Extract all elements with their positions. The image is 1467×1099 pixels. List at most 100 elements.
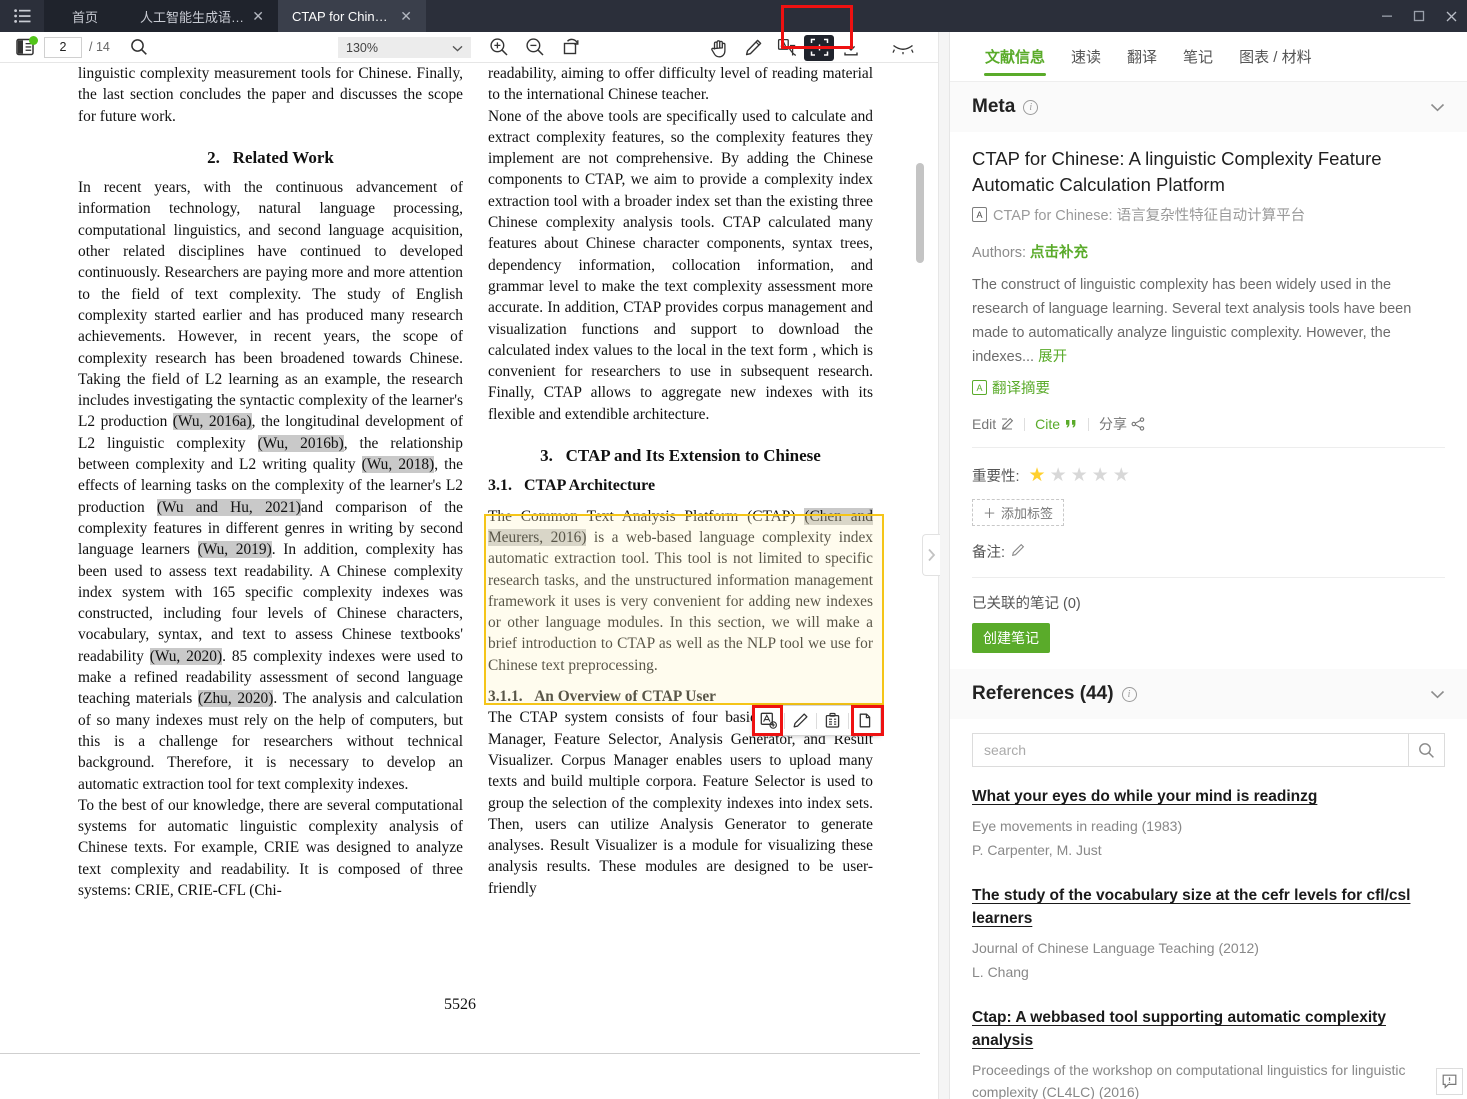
reference-authors: P. Carpenter, M. Just	[972, 842, 1102, 858]
reference-item[interactable]: Ctap: A webbased tool supporting automat…	[972, 1006, 1445, 1099]
star-icon-5[interactable]: ★	[1113, 466, 1130, 485]
citation[interactable]: (Wu, 2016a)	[172, 413, 252, 431]
add-tag-label: 添加标签	[1001, 506, 1054, 521]
references-search-input[interactable]: search	[972, 733, 1409, 767]
info-icon[interactable]: i	[1023, 99, 1039, 115]
share-button[interactable]: 分享	[1099, 414, 1145, 434]
tab-notes[interactable]: 笔记	[1170, 32, 1226, 82]
copy-icon[interactable]	[849, 706, 880, 735]
references-title-text: References (44)	[972, 683, 1114, 704]
reference-item[interactable]: The study of the vocabulary size at the …	[972, 884, 1445, 980]
maximize-button[interactable]	[1403, 0, 1435, 32]
paragraph-highlighted[interactable]: The Common Text Analysis Platform (CTAP)…	[488, 506, 873, 676]
chevron-down-icon	[452, 41, 463, 55]
citation[interactable]: (Wu, 2019)	[197, 541, 272, 559]
star-icon-3[interactable]: ★	[1071, 466, 1088, 485]
pdf-scrollbar-thumb[interactable]	[916, 163, 924, 263]
close-button[interactable]	[1435, 0, 1467, 32]
meta-section-title: Meta i	[972, 96, 1039, 118]
tab-document-2[interactable]: CTAP for Chinese: A li... ✕	[278, 0, 427, 32]
info-icon[interactable]: i	[1121, 686, 1137, 702]
screenshot-tool-icon[interactable]	[804, 34, 834, 61]
hand-tool-icon[interactable]	[702, 32, 736, 63]
pdf-page: linguistic complexity measurement tools …	[0, 63, 920, 1054]
sidebar-toggle-icon[interactable]	[8, 32, 42, 63]
citation[interactable]: (Wu, 2018)	[361, 456, 435, 474]
chevron-down-icon[interactable]	[1430, 99, 1445, 115]
download-icon[interactable]	[834, 32, 868, 63]
add-note-icon[interactable]	[817, 706, 848, 735]
edit-label: Edit	[972, 416, 997, 432]
section-number: 3.1.1.	[488, 688, 523, 706]
paragraph-text: The CTAP system consists of four basic m…	[488, 709, 873, 897]
paragraph: linguistic complexity measurement tools …	[78, 63, 463, 127]
star-rating[interactable]: ★ ★ ★ ★ ★	[1029, 466, 1130, 485]
panel-collapse-handle[interactable]	[922, 534, 940, 576]
paragraph-text: To the best of our knowledge, there are …	[78, 796, 463, 899]
translate-selection-icon[interactable]	[753, 706, 784, 735]
tab-label: 翻译	[1127, 49, 1158, 66]
reference-venue: Journal of Chinese Language Teaching (20…	[972, 940, 1259, 956]
references-section-header[interactable]: References (44) i	[950, 669, 1467, 719]
tab-translate[interactable]: 翻译	[1114, 32, 1170, 82]
citation[interactable]: (Zhu, 2020)	[197, 690, 274, 708]
pen-tool-icon[interactable]	[736, 32, 770, 63]
add-authors-link[interactable]: 点击补充	[1030, 245, 1088, 261]
meta-title-text: Meta	[972, 96, 1016, 117]
reference-venue: Eye movements in reading (1983)	[972, 818, 1183, 834]
annotate-pen-icon[interactable]	[785, 706, 816, 735]
tab-close-icon[interactable]: ✕	[250, 9, 264, 23]
star-icon-2[interactable]: ★	[1050, 466, 1067, 485]
edit-remark-icon[interactable]	[1011, 543, 1025, 561]
section-number: 2.	[207, 147, 220, 167]
zoom-in-icon[interactable]	[482, 32, 516, 63]
citation[interactable]: (Wu and Hu, 2021)	[156, 498, 301, 516]
citation[interactable]: (Wu, 2016b)	[257, 434, 344, 452]
pdf-viewer[interactable]: linguistic complexity measurement tools …	[0, 63, 938, 1099]
citation[interactable]: (Wu, 2020)	[149, 647, 223, 665]
tab-label: 图表 / 材料	[1239, 49, 1312, 66]
translate-abstract-button[interactable]: A 翻译摘要	[972, 377, 1445, 398]
tab-figures-materials[interactable]: 图表 / 材料	[1226, 32, 1325, 82]
search-icon[interactable]	[122, 32, 156, 63]
separator	[1088, 417, 1090, 431]
page-number-input[interactable]: 2	[44, 36, 82, 58]
abstract-expand-link[interactable]: 展开	[1038, 349, 1067, 365]
reference-title[interactable]: Ctap: A webbased tool supporting automat…	[972, 1006, 1445, 1052]
translate-tool-icon[interactable]	[770, 32, 804, 63]
references-search-button[interactable]	[1409, 733, 1445, 767]
references-search-row: search	[950, 719, 1467, 767]
star-icon-1[interactable]: ★	[1029, 466, 1046, 485]
authors-label: Authors:	[972, 245, 1026, 261]
cite-button[interactable]: Cite	[1035, 416, 1078, 432]
eye-hidden-icon[interactable]	[886, 32, 920, 63]
menu-icon[interactable]	[0, 0, 44, 32]
minimize-button[interactable]	[1371, 0, 1403, 32]
star-icon-4[interactable]: ★	[1092, 466, 1109, 485]
paragraph: None of the above tools are specifically…	[488, 106, 873, 425]
references-list: What your eyes do while your mind is rea…	[950, 767, 1467, 1099]
tab-home[interactable]: 首页	[44, 0, 127, 32]
chevron-down-icon[interactable]	[1430, 686, 1445, 702]
create-note-button[interactable]: 创建笔记	[972, 623, 1050, 653]
reference-venue: Proceedings of the workshop on computati…	[972, 1062, 1406, 1099]
meta-section-header[interactable]: Meta i	[950, 82, 1467, 132]
tab-document-1[interactable]: 人工智能生成语言与... ✕	[126, 0, 279, 32]
zoom-out-icon[interactable]	[518, 32, 552, 63]
add-tag-button[interactable]: ＋ 添加标签	[972, 499, 1065, 526]
section-heading-3-1: 3.1. CTAP Architecture	[488, 475, 873, 496]
tab-literature-info[interactable]: 文献信息	[972, 32, 1058, 82]
tab-label: 笔记	[1183, 49, 1214, 66]
edit-button[interactable]: Edit	[972, 416, 1014, 432]
reference-title[interactable]: What your eyes do while your mind is rea…	[972, 785, 1445, 808]
zoom-level-value: 130%	[346, 40, 378, 55]
reference-title[interactable]: The study of the vocabulary size at the …	[972, 884, 1445, 930]
feedback-button[interactable]	[1436, 1068, 1463, 1095]
reference-item[interactable]: What your eyes do while your mind is rea…	[972, 785, 1445, 858]
translate-icon: A	[972, 207, 987, 222]
tab-close-icon[interactable]: ✕	[398, 9, 412, 23]
zoom-level-select[interactable]: 130%	[338, 37, 471, 58]
tab-quick-read[interactable]: 速读	[1058, 32, 1114, 82]
fit-page-icon[interactable]	[554, 32, 588, 63]
authors-row: Authors: 点击补充	[972, 241, 1445, 262]
